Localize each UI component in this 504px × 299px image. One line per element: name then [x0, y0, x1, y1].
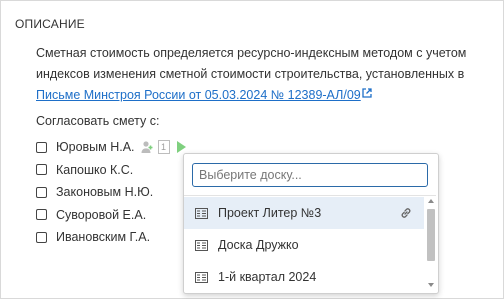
board-item[interactable]: Доска Дружко [184, 229, 424, 261]
approver-name: Юровым Н.А. [56, 140, 135, 155]
scroll-up-icon[interactable] [428, 199, 434, 203]
board-icon [195, 239, 208, 251]
scroll-down-icon[interactable] [428, 283, 434, 287]
approve-label: Согласовать смету с: [36, 114, 160, 128]
approver-name: Суворовой Е.А. [56, 207, 147, 222]
play-icon[interactable] [176, 141, 186, 154]
board-icon [195, 207, 208, 219]
approver-name: Законовым Н.Ю. [56, 185, 154, 200]
link-icon[interactable] [400, 207, 412, 219]
approver-row: Юровым Н.А. 1 [36, 136, 186, 159]
approver-row: Суворовой Е.А. [36, 204, 186, 227]
board-label: 1-й квартал 2024 [218, 270, 317, 284]
board-icon [195, 271, 208, 283]
board-item[interactable]: 1-й квартал 2024 [184, 261, 424, 293]
ministry-letter-link[interactable]: Письме Минстроя России от 05.03.2024 № 1… [36, 88, 361, 102]
board-picker-popup: Проект Литер №3 Доска Дружко 1-й квартал… [183, 153, 439, 294]
approver-name: Ивановским Г.А. [56, 230, 151, 245]
popup-divider [184, 195, 436, 196]
scrollbar-thumb[interactable] [427, 209, 435, 261]
board-item[interactable]: Проект Литер №3 [184, 197, 424, 229]
board-list: Проект Литер №3 Доска Дружко 1-й квартал… [184, 197, 424, 293]
approver-checkbox[interactable] [36, 186, 47, 198]
approver-row: Ивановским Г.А. [36, 226, 186, 249]
add-user-icon[interactable] [140, 140, 154, 154]
approver-name: Капошко К.С. [56, 162, 134, 177]
approver-checkbox[interactable] [36, 141, 47, 153]
section-title: ОПИСАНИЕ [15, 17, 85, 31]
description-body: Сметная стоимость определяется ресурсно-… [36, 46, 467, 81]
board-search-input[interactable] [192, 163, 428, 187]
approver-checkbox[interactable] [36, 209, 47, 221]
board-count-badge[interactable]: 1 [157, 140, 170, 155]
description-text: Сметная стоимость определяется ресурсно-… [36, 43, 496, 106]
board-label: Проект Литер №3 [218, 206, 322, 220]
board-list-scrollbar[interactable] [426, 197, 436, 289]
board-label: Доска Дружко [218, 238, 299, 252]
approver-checkbox[interactable] [36, 164, 47, 176]
approver-checkbox[interactable] [36, 231, 47, 243]
approver-list: Юровым Н.А. 1 Капошко К.С. Законовым Н.Ю… [36, 136, 186, 249]
external-link-icon[interactable] [362, 88, 372, 98]
approver-row: Капошко К.С. [36, 159, 186, 182]
approver-row: Законовым Н.Ю. [36, 181, 186, 204]
description-card: ОПИСАНИЕ Сметная стоимость определяется … [0, 0, 504, 299]
approver-row-tools: 1 [140, 140, 186, 155]
